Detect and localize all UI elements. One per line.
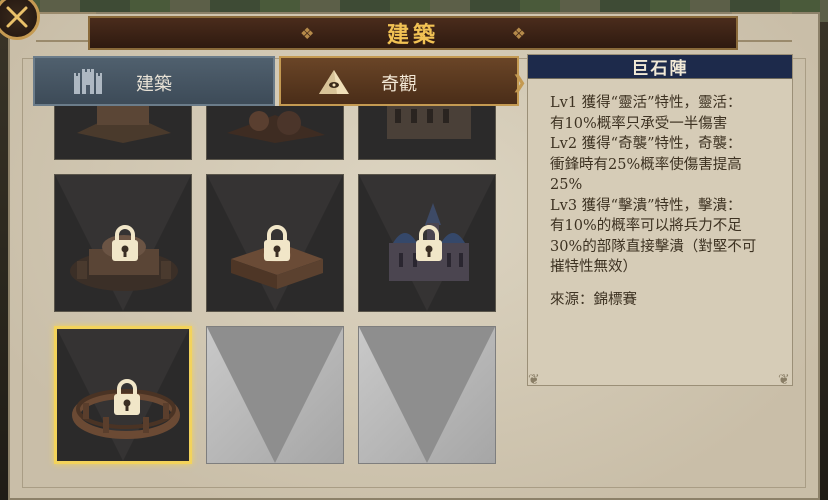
- wonder-card-stonehenge[interactable]: [54, 326, 192, 464]
- tab-wonder[interactable]: 奇觀 ❯: [279, 56, 527, 106]
- description-line: Lv2 獲得“奇襲”特性，奇襲：: [550, 136, 742, 152]
- banner-ornament-right: [732, 12, 792, 42]
- wonder-source: 來源：錦標賽: [550, 291, 637, 308]
- tab-building[interactable]: 建築: [33, 56, 275, 106]
- title-bar: ❖ 建築 ❖: [88, 16, 738, 50]
- description-line: 有10%的概率可以將兵力不足: [550, 218, 742, 234]
- info-header: 巨石陣: [528, 55, 792, 79]
- description-line: Lv3 獲得“擊潰”特性，擊潰：: [550, 197, 742, 214]
- wonder-title: 巨石陣: [631, 59, 689, 79]
- description-line: Lv1 獲得“靈活”特性，靈活：: [550, 95, 742, 111]
- corner-ornament-icon: ❦: [528, 372, 540, 388]
- background-triangle: [207, 327, 343, 463]
- ornament-icon: ❖: [300, 24, 315, 43]
- tab-label: 建築: [136, 74, 172, 95]
- description-line: 25%: [550, 177, 583, 193]
- description-line: 衝鋒時有25%概率使傷害提高: [550, 156, 742, 173]
- wonder-card[interactable]: [206, 174, 344, 312]
- wonder-card[interactable]: [358, 174, 496, 312]
- ornament-icon: ❖: [511, 24, 526, 43]
- lock-icon: [112, 225, 138, 261]
- wonder-grid: [36, 106, 518, 486]
- tab-label: 奇觀: [381, 74, 417, 95]
- chevron-right-icon: ❯: [511, 72, 527, 93]
- wonder-card[interactable]: [54, 174, 192, 312]
- building-icon: [77, 106, 171, 143]
- description-line: 30%的部隊直接擊潰（對堅不可: [550, 238, 757, 255]
- lock-icon: [416, 225, 442, 261]
- empty-slot: [358, 326, 496, 464]
- empty-slot: [206, 326, 344, 464]
- window-title: 建築: [386, 22, 439, 48]
- banner-ornament-left: [36, 12, 96, 42]
- description-line: 摧特性無效）: [550, 259, 637, 275]
- wonder-card[interactable]: [206, 106, 344, 160]
- wonder-card[interactable]: [358, 106, 496, 160]
- building-icon: [227, 111, 325, 143]
- wonder-info-panel: 巨石陣 Lv1 獲得“靈活”特性，靈活： 有10%概率只承受一半傷害 Lv2 獲…: [527, 54, 793, 386]
- close-icon: [6, 6, 28, 28]
- lock-icon: [114, 379, 140, 415]
- building-icon: [387, 106, 471, 139]
- corner-ornament-icon: ❦: [778, 372, 790, 388]
- wonder-description: Lv1 獲得“靈活”特性，靈活： 有10%概率只承受一半傷害 Lv2 獲得“奇襲…: [528, 79, 792, 320]
- lock-icon: [264, 225, 290, 261]
- description-line: 有10%概率只承受一半傷害: [550, 115, 728, 132]
- background-triangle: [359, 327, 495, 463]
- wonder-card[interactable]: [54, 106, 192, 160]
